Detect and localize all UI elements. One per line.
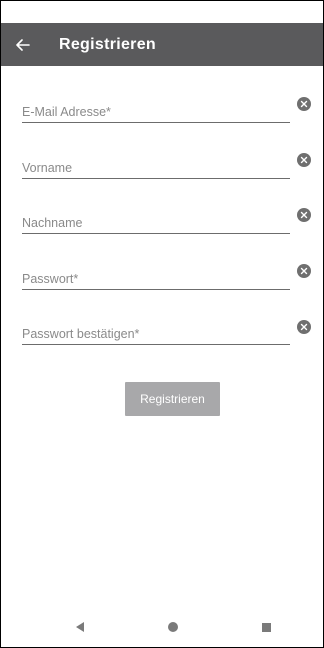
firstname-input[interactable]	[22, 151, 290, 179]
app-bar: Registrieren	[1, 23, 323, 66]
clear-circle-icon	[300, 211, 308, 219]
confirm-password-clear-button[interactable]	[297, 320, 311, 334]
password-clear-button[interactable]	[297, 264, 311, 278]
phone-screen: Registrieren Reg	[0, 0, 324, 648]
page-title: Registrieren	[59, 35, 156, 53]
firstname-clear-button[interactable]	[297, 153, 311, 167]
system-nav-bar	[1, 607, 323, 647]
firstname-field-container	[22, 151, 290, 179]
nav-home-circle-icon	[168, 622, 178, 632]
nav-back-button[interactable]	[65, 612, 95, 642]
status-bar	[1, 1, 323, 23]
confirm-password-field-container	[22, 317, 290, 345]
clear-circle-icon	[300, 156, 308, 164]
email-input[interactable]	[22, 95, 290, 123]
password-field-container	[22, 262, 290, 290]
lastname-input[interactable]	[22, 206, 290, 234]
lastname-field-container	[22, 206, 290, 234]
confirm-password-input[interactable]	[22, 317, 290, 345]
nav-back-triangle-icon	[76, 622, 84, 632]
email-field-container	[22, 95, 290, 123]
clear-circle-icon	[300, 323, 308, 331]
password-input[interactable]	[22, 262, 290, 290]
email-clear-button[interactable]	[297, 97, 311, 111]
clear-circle-icon	[300, 267, 308, 275]
register-button[interactable]: Registrieren	[125, 382, 220, 416]
clear-circle-icon	[300, 100, 308, 108]
arrow-left-icon	[16, 38, 30, 51]
back-button[interactable]	[1, 23, 45, 66]
nav-home-button[interactable]	[158, 612, 188, 642]
nav-recents-button[interactable]	[251, 612, 281, 642]
nav-recents-square-icon	[261, 622, 271, 632]
lastname-clear-button[interactable]	[297, 208, 311, 222]
